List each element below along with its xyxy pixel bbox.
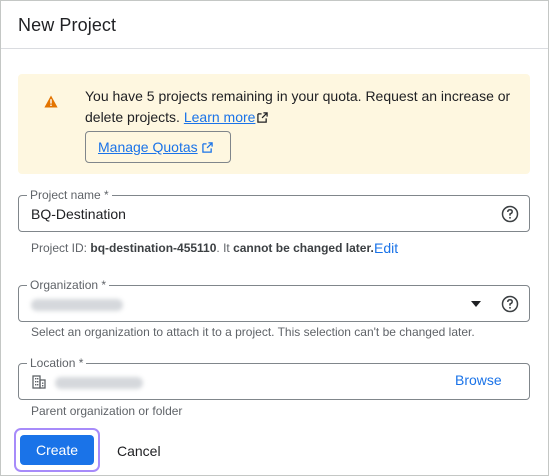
dropdown-arrow-icon[interactable] [471,301,481,307]
manage-quotas-label: Manage Quotas [98,139,198,155]
dialog-title: New Project [18,15,117,35]
title-divider [1,48,548,49]
edit-project-id-link[interactable]: Edit [374,240,398,256]
quota-message: You have 5 projects remaining in your qu… [85,86,525,128]
location-value [55,376,143,392]
create-button[interactable]: Create [20,435,94,465]
manage-quotas-button[interactable]: Manage Quotas [85,131,231,163]
new-project-dialog: New Project You have 5 projects remainin… [0,0,549,476]
cancel-button[interactable]: Cancel [117,443,161,459]
project-id-value: bq-destination-455110 [90,241,217,255]
quota-banner: You have 5 projects remaining in your qu… [18,74,530,174]
organization-hint: Select an organization to attach it to a… [31,325,475,339]
organization-label: Organization * [27,278,110,292]
create-button-focus-ring: Create [14,428,100,472]
learn-more-link[interactable]: Learn more [184,109,269,125]
location-label: Location * [27,356,87,370]
organization-value [31,298,123,314]
quota-message-text: You have 5 projects remaining in your qu… [85,88,511,125]
external-link-icon [257,112,269,123]
project-name-input[interactable]: BQ-Destination [31,206,126,222]
project-name-label: Project name * [27,188,112,202]
help-icon[interactable] [501,295,519,313]
browse-button[interactable]: Browse [455,372,502,388]
external-link-icon [201,141,213,153]
building-icon [32,375,46,389]
project-id-hint: Project ID: bq-destination-455110. It ca… [31,241,374,255]
warning-icon [44,95,58,108]
location-field[interactable] [18,363,530,400]
location-hint: Parent organization or folder [31,404,183,418]
help-icon[interactable] [501,205,519,223]
